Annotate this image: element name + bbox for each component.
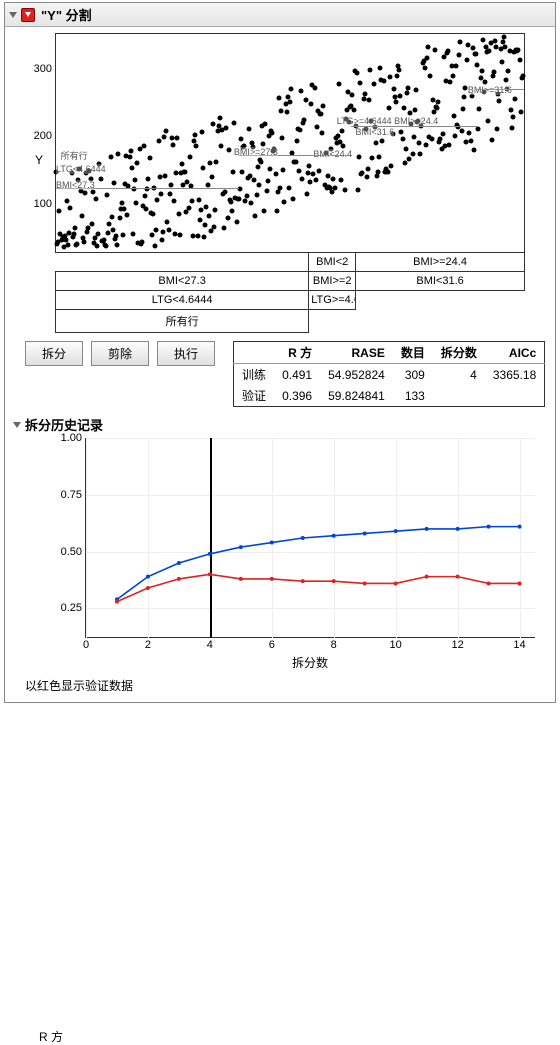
scatter-annotation: LTG>=4.6444 BMI>=24.4 [337,116,438,126]
scatter-annotation: BMI>=31.6 [468,85,512,95]
scatter-y-label: Y [35,153,43,167]
history-xtick: 4 [207,637,213,651]
scatter-annotation: BMI>=27.3 [234,147,278,157]
stats-header [234,342,275,364]
history-xtick: 2 [145,637,151,651]
history-xtick: 0 [83,637,89,651]
tree-cell[interactable]: LTG>=4.6444 [309,291,356,310]
history-xtick: 8 [331,637,337,651]
button-row: 拆分 剪除 执行 R 方RASE数目拆分数AICc 训练0.49154.95282… [25,341,551,407]
stats-header: RASE [320,342,393,364]
stats-header: AICc [485,342,545,364]
history-ytick: 0.25 [52,602,86,614]
tree-cell[interactable]: BMI<31.6 [356,272,525,291]
footnote: 以红色显示验证数据 [25,677,555,694]
stats-cell: 验证 [234,385,275,407]
tree-cell[interactable] [56,253,309,272]
stats-cell: 309 [393,364,433,386]
stats-cell: 133 [393,385,433,407]
stats-cell [485,385,545,407]
go-button[interactable]: 执行 [157,341,215,366]
stats-cell: 4 [433,364,485,386]
prune-button[interactable]: 剪除 [91,341,149,366]
stats-cell: 3365.18 [485,364,545,386]
scatter-annotation: LTG<4.6444 [56,164,106,174]
y-tick: 100 [26,198,56,210]
stats-cell: 0.396 [274,385,320,407]
tree-cell[interactable]: BMI>=24.4 [356,253,525,272]
panel-header: "Y" 分割 [5,3,555,27]
stats-header: 拆分数 [433,342,485,364]
history-ytick: 0.75 [52,489,86,501]
stats-cell: 0.491 [274,364,320,386]
partition-panel: "Y" 分割 Y 100 200 300 所有行LTG<4.6444BMI<27… [4,2,556,703]
tree-cell[interactable]: BMI<2 [309,253,356,272]
scatter-annotation: BMI<31.6 [356,127,395,137]
partition-tree-table[interactable]: BMI<2BMI>=24.4BMI<27.3BMI>=2BMI<31.6BMI>… [55,253,525,333]
scatter-annotation: 所有行 [61,149,88,162]
stats-table: R 方RASE数目拆分数AICc 训练0.49154.95282430943365… [233,341,545,407]
history-y-label: R 方 [39,1028,63,1045]
disclosure-icon[interactable] [13,422,21,428]
tree-cell[interactable]: BMI<27.3 [56,272,309,291]
history-ytick: 1.00 [52,432,86,444]
history-xtick: 12 [451,637,463,651]
history-ytick: 0.50 [52,546,86,558]
scatter-annotation: BMI<24.4 [313,149,352,159]
tree-cell[interactable]: BMI>=2 [309,272,356,291]
y-tick: 200 [26,130,56,142]
scatter-plot[interactable]: 100 200 300 所有行LTG<4.6444BMI<27.3BMI>=27… [55,33,525,253]
scatter-annotation: BMI<27.3 [56,180,95,190]
history-x-label: 拆分数 [85,654,535,671]
history-xtick: 6 [269,637,275,651]
stats-cell: 训练 [234,364,275,386]
disclosure-icon[interactable] [9,12,17,18]
history-xtick: 10 [390,637,402,651]
stats-header: 数目 [393,342,433,364]
history-chart[interactable]: 0.250.500.751.0002468101214 [85,438,535,638]
history-xtick: 14 [513,637,525,651]
stats-cell: 59.824841 [320,385,393,407]
tree-cell[interactable]: 所有行 [56,310,309,333]
tree-cell[interactable]: LTG<4.6444 [56,291,309,310]
y-tick: 300 [26,63,56,75]
stats-cell: 54.952824 [320,364,393,386]
panel-title: "Y" 分割 [41,5,92,24]
split-button[interactable]: 拆分 [25,341,83,366]
stats-header: R 方 [274,342,320,364]
history-header: 拆分历史记录 [13,415,551,434]
menu-dropdown-icon[interactable] [21,8,35,22]
stats-cell [433,385,485,407]
